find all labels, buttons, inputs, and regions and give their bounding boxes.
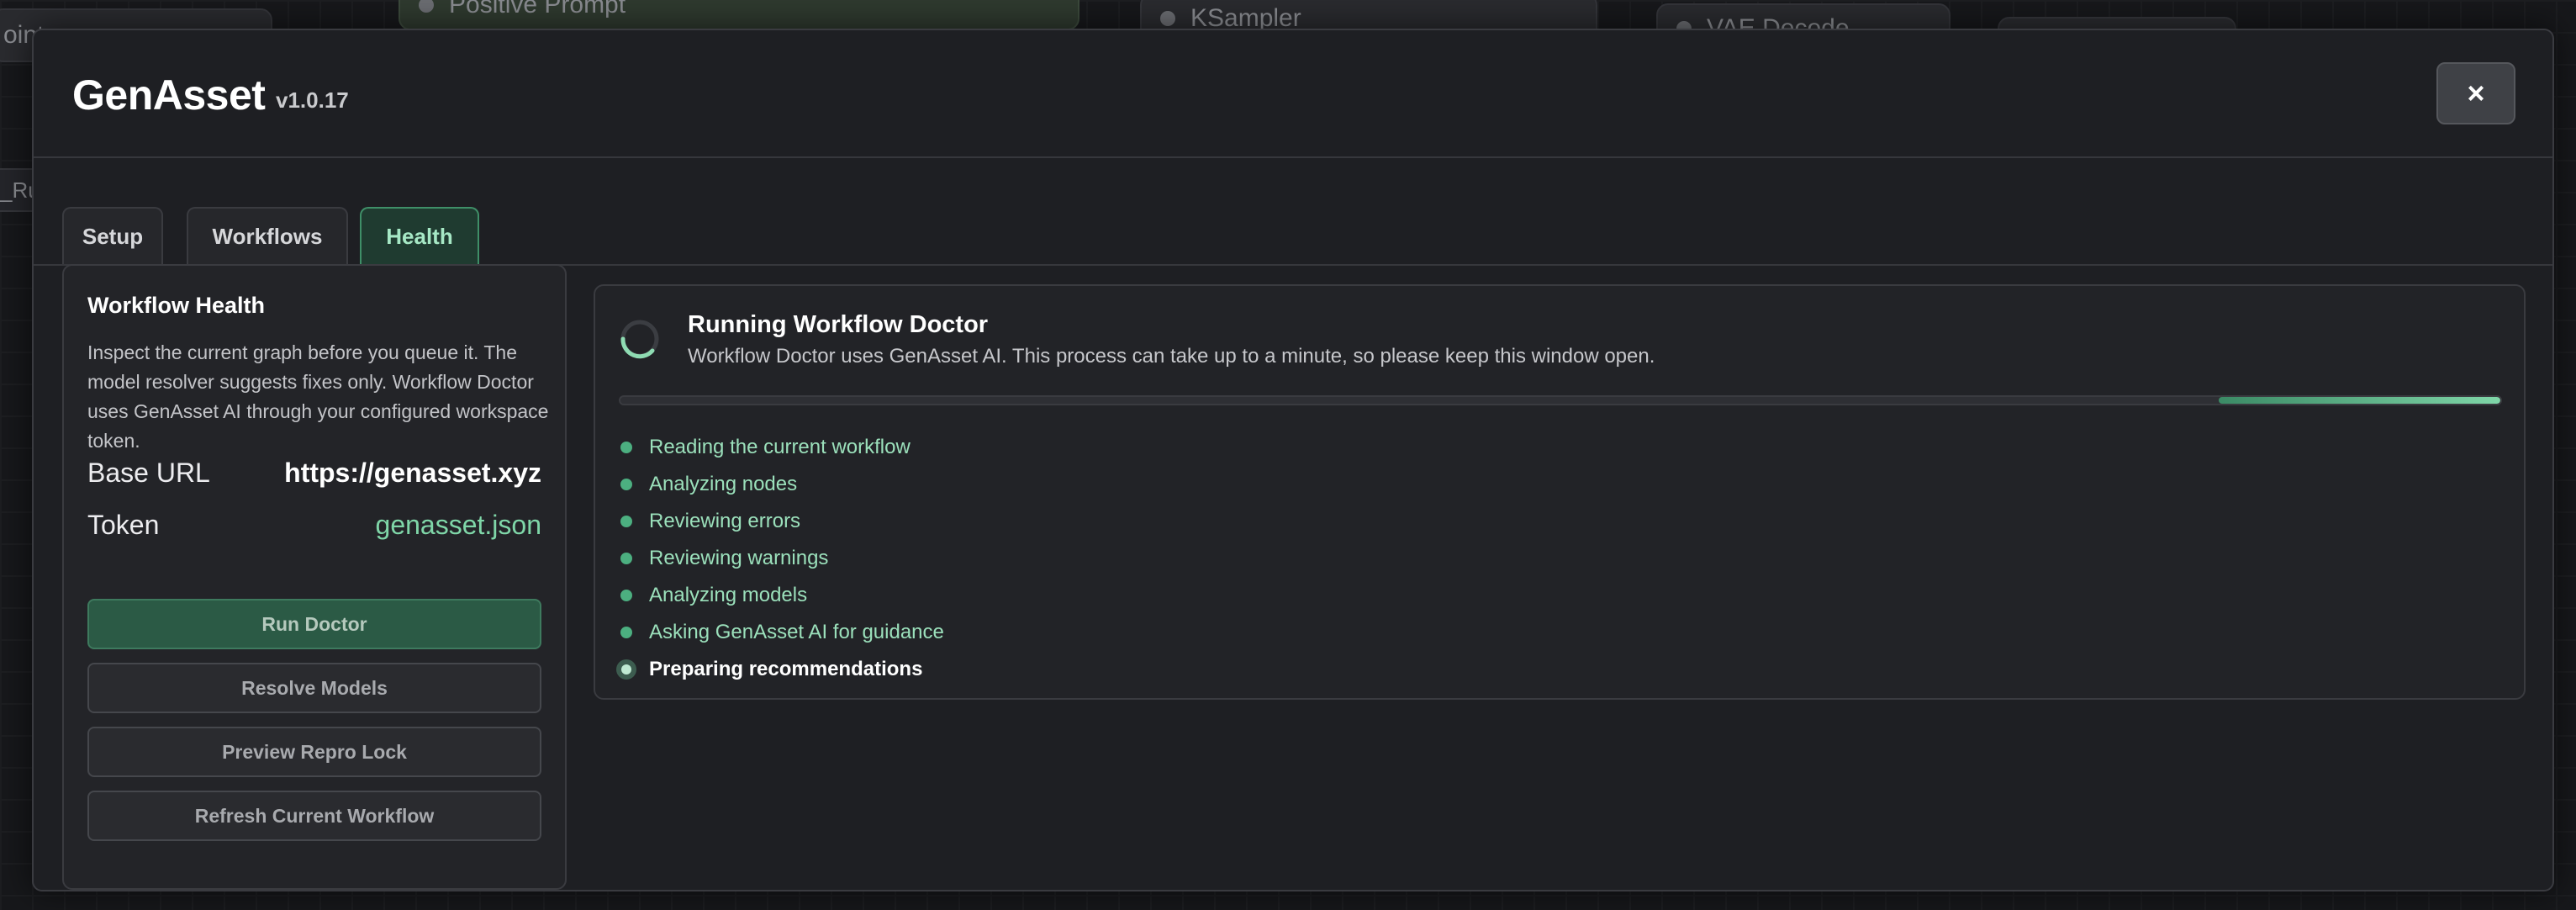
panel-description: Inspect the current graph before you que… <box>87 341 549 452</box>
tab-setup[interactable]: Setup <box>62 207 163 264</box>
step-label: Reading the current workflow <box>649 436 911 458</box>
step-item: Analyzing models <box>619 577 944 614</box>
progress-subtitle: Workflow Doctor uses GenAsset AI. This p… <box>688 345 1655 368</box>
node-status-dot <box>1160 11 1175 26</box>
tab-bar: Setup Workflows Health <box>34 178 2552 266</box>
base-url-value: https://genasset.xyz <box>284 458 541 488</box>
step-label: Analyzing nodes <box>649 473 798 495</box>
close-button[interactable]: × <box>2436 62 2515 124</box>
step-label: Preparing recommendations <box>649 658 923 680</box>
step-label: Reviewing warnings <box>649 547 829 569</box>
step-item: Analyzing nodes <box>619 466 944 503</box>
base-url-row: Base URL https://genasset.xyz <box>87 458 541 489</box>
step-item: Asking GenAsset AI for guidance <box>619 614 944 651</box>
run-doctor-button[interactable]: Run Doctor <box>87 599 541 649</box>
background-node-positive-prompt: Positive Prompt <box>399 0 1079 30</box>
workflow-health-panel: Workflow Health Inspect the current grap… <box>62 264 567 890</box>
step-label: Asking GenAsset AI for guidance <box>649 621 944 643</box>
panel-title: Workflow Health <box>87 293 266 318</box>
doctor-steps-list: Reading the current workflow Analyzing n… <box>619 429 944 688</box>
step-label: Reviewing errors <box>649 510 801 532</box>
app-title: GenAsset <box>72 71 266 119</box>
progress-title: Running Workflow Doctor <box>688 311 989 338</box>
token-label: Token <box>87 510 160 540</box>
step-item-active: Preparing recommendations <box>619 651 944 688</box>
tab-health[interactable]: Health <box>360 207 479 264</box>
preview-repro-lock-button[interactable]: Preview Repro Lock <box>87 727 541 777</box>
close-icon: × <box>2467 76 2485 110</box>
token-row: Token genasset.json <box>87 510 541 541</box>
step-status-icon <box>620 442 632 453</box>
genasset-modal: GenAsset v1.0.17 × Setup Workflows Healt… <box>32 29 2554 891</box>
refresh-current-workflow-button[interactable]: Refresh Current Workflow <box>87 791 541 841</box>
background-node-positive-prompt-label: Positive Prompt <box>449 0 626 19</box>
step-status-icon <box>620 479 632 490</box>
token-value[interactable]: genasset.json <box>376 510 541 541</box>
node-status-dot <box>419 0 434 13</box>
spinner-icon <box>620 320 659 359</box>
step-item: Reviewing errors <box>619 503 944 540</box>
step-status-icon <box>620 590 632 601</box>
step-status-icon <box>620 627 632 638</box>
app-version: v1.0.17 <box>276 87 349 113</box>
resolve-models-button[interactable]: Resolve Models <box>87 663 541 713</box>
progress-bar <box>619 395 2502 405</box>
step-active-icon <box>621 664 631 675</box>
step-status-icon <box>620 553 632 564</box>
step-item: Reviewing warnings <box>619 540 944 577</box>
step-item: Reading the current workflow <box>619 429 944 466</box>
step-label: Analyzing models <box>649 584 808 606</box>
progress-bar-fill <box>2218 397 2500 404</box>
modal-header: GenAsset v1.0.17 × <box>34 30 2552 158</box>
tab-workflows[interactable]: Workflows <box>187 207 348 264</box>
step-status-icon <box>620 516 632 527</box>
base-url-label: Base URL <box>87 458 210 488</box>
doctor-progress-panel: Running Workflow Doctor Workflow Doctor … <box>594 284 2526 700</box>
